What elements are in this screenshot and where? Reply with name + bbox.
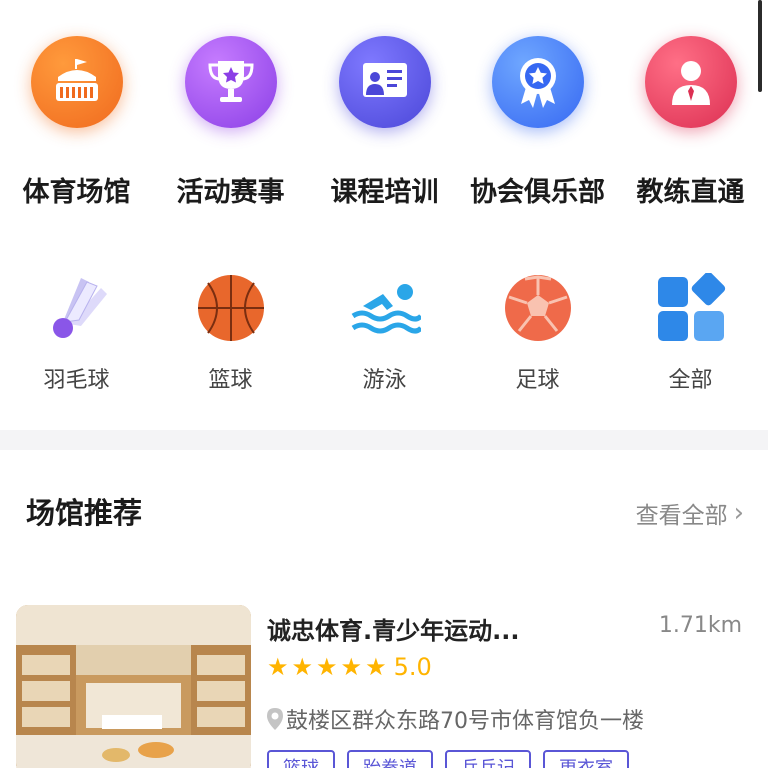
section-divider	[0, 430, 768, 450]
venue-address: 鼓楼区群众东路70号市体育馆负一楼	[266, 703, 644, 735]
category-label: 课程培训	[330, 177, 439, 208]
star-icon: ★	[267, 653, 289, 681]
address-text: 鼓楼区群众东路70号市体育馆负一楼	[286, 709, 644, 734]
venue-tags: 篮球 跆拳道 乒乓记 更衣室	[267, 750, 641, 768]
venue-tag: 乒乓记	[445, 750, 531, 768]
shuttlecock-icon	[41, 272, 113, 344]
category-label: 教练直通	[636, 177, 745, 208]
location-pin-icon	[267, 708, 283, 730]
sport-swimming[interactable]: 游泳	[308, 272, 461, 394]
sport-badminton[interactable]: 羽毛球	[0, 272, 153, 394]
venue-card[interactable]: 诚忠体育.青少年运动... 1.71km ★ ★ ★ ★ ★ 5.0 鼓楼区群众…	[16, 605, 752, 768]
category-stadium[interactable]: 体育场馆	[0, 36, 153, 209]
venue-tag: 篮球	[267, 750, 335, 768]
section-title: 场馆推荐	[26, 496, 143, 530]
swimmer-icon	[349, 272, 421, 344]
sport-label: 足球	[515, 368, 560, 393]
sport-label: 全部	[668, 368, 713, 393]
category-events[interactable]: 活动赛事	[154, 36, 307, 209]
venue-tag: 更衣室	[543, 750, 629, 768]
basketball-icon	[195, 272, 267, 344]
trophy-icon	[184, 36, 277, 128]
venue-name: 诚忠体育.青少年运动...	[267, 617, 520, 645]
sport-all[interactable]: 全部	[614, 272, 767, 394]
star-icon: ★	[340, 653, 363, 681]
sport-label: 羽毛球	[43, 368, 110, 393]
category-coach[interactable]: 教练直通	[614, 36, 767, 209]
venue-photo	[16, 605, 251, 768]
category-label: 活动赛事	[176, 177, 285, 208]
view-all-link[interactable]: 查看全部 ›	[636, 496, 744, 530]
stadium-icon	[30, 36, 123, 128]
star-icon: ★	[365, 653, 387, 681]
category-row: 体育场馆 活动赛事 课程培训 协会俱乐部 教练直通	[0, 36, 768, 216]
sport-label: 篮球	[208, 368, 253, 393]
sport-football[interactable]: 足球	[461, 272, 614, 394]
venue-recommend-header: 场馆推荐 查看全部 ›	[26, 488, 744, 536]
star-icon: ★	[291, 653, 314, 681]
award-badge-icon	[491, 36, 584, 128]
chevron-right-icon: ›	[733, 498, 744, 528]
coach-person-icon	[644, 36, 737, 128]
category-courses[interactable]: 课程培训	[308, 36, 461, 209]
category-clubs[interactable]: 协会俱乐部	[461, 36, 614, 209]
venue-tag: 跆拳道	[347, 750, 433, 768]
venue-distance: 1.71km	[658, 613, 742, 638]
category-label: 协会俱乐部	[470, 177, 605, 208]
sport-label: 游泳	[362, 368, 407, 393]
all-grid-icon	[655, 272, 727, 344]
category-label: 体育场馆	[22, 177, 131, 208]
sport-row: 羽毛球 篮球 游泳 足球 全部	[0, 272, 768, 402]
star-icon: ★	[316, 653, 338, 681]
soccer-ball-icon	[502, 272, 574, 344]
venue-rating: ★ ★ ★ ★ ★ 5.0	[267, 653, 432, 681]
view-all-label: 查看全部	[635, 503, 728, 529]
rating-value: 5.0	[393, 653, 432, 681]
sport-basketball[interactable]: 篮球	[154, 272, 307, 394]
presentation-board-icon	[338, 36, 431, 128]
